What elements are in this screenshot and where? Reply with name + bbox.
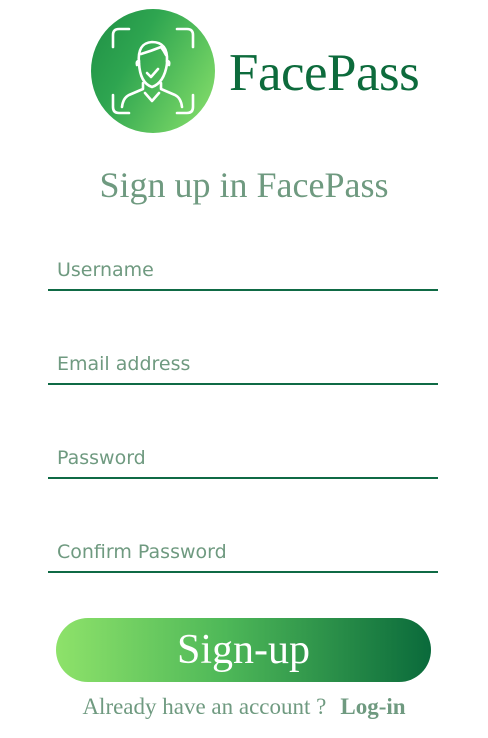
confirm-password-field[interactable] xyxy=(48,533,438,573)
email-field[interactable] xyxy=(48,345,438,385)
login-prompt-text: Already have an account ? xyxy=(82,694,327,719)
brand-name: FacePass xyxy=(229,44,420,102)
face-scan-icon xyxy=(111,27,195,115)
password-field[interactable] xyxy=(48,439,438,479)
signup-button[interactable]: Sign-up xyxy=(56,618,431,682)
username-field[interactable] xyxy=(48,251,438,291)
login-prompt: Already have an account ? Log-in xyxy=(0,692,488,722)
logo xyxy=(91,9,215,133)
page-title: Sign up in FacePass xyxy=(99,165,389,205)
login-link[interactable]: Log-in xyxy=(340,694,405,719)
